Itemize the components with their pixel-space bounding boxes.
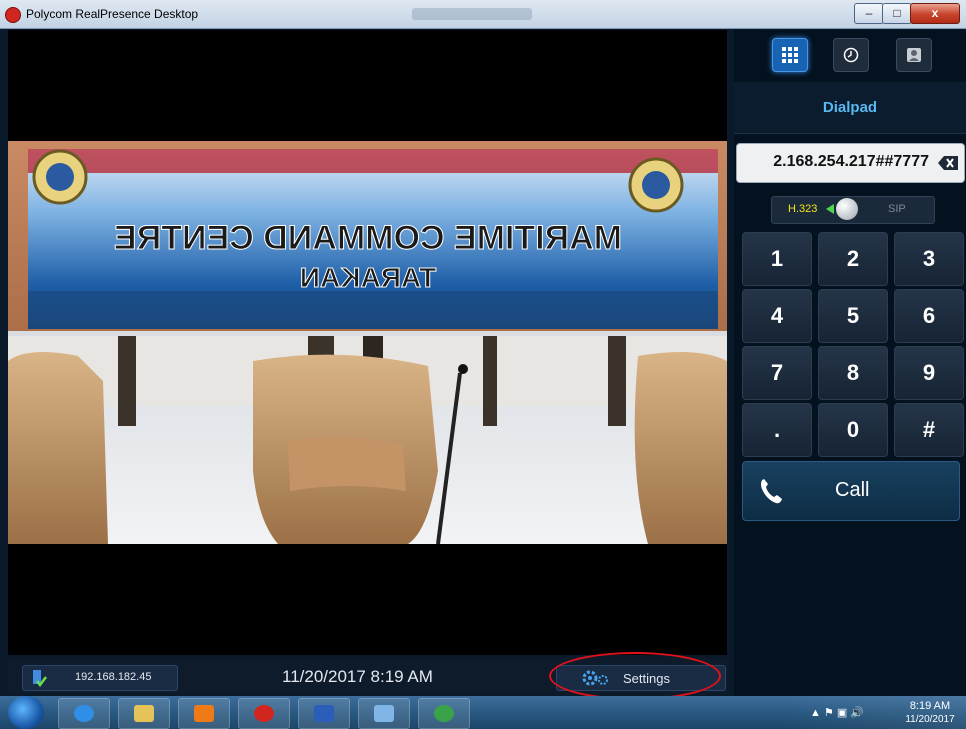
taskbar-polycom[interactable] bbox=[238, 698, 290, 729]
polycom-icon bbox=[254, 705, 274, 722]
key-0[interactable]: 0 bbox=[818, 403, 888, 457]
taskbar-outlook[interactable] bbox=[178, 698, 230, 729]
taskbar-ie[interactable] bbox=[58, 698, 110, 729]
control-panel-icon bbox=[374, 705, 394, 722]
tray-icons[interactable]: ▲ ⚑ ▣ 🔊 bbox=[810, 706, 864, 719]
dialpad-tab[interactable] bbox=[772, 38, 808, 72]
ip-address: 192.168.182.45 bbox=[75, 671, 152, 683]
network-icon bbox=[434, 705, 454, 722]
explorer-icon bbox=[134, 705, 154, 722]
tray-time[interactable]: 8:19 AM bbox=[900, 700, 960, 712]
dial-address-field[interactable]: 2.168.254.217##7777 bbox=[736, 143, 934, 183]
banner-line1: MARITIME COMMAND CENTRE bbox=[114, 219, 622, 257]
key-9[interactable]: 9 bbox=[894, 346, 964, 400]
key-2[interactable]: 2 bbox=[818, 232, 888, 286]
key-8[interactable]: 8 bbox=[818, 346, 888, 400]
panel-nav bbox=[734, 30, 966, 82]
title-bar: Polycom RealPresence Desktop – □ x bbox=[0, 0, 966, 29]
key-hash[interactable]: # bbox=[894, 403, 964, 457]
ip-address-chip: 192.168.182.45 bbox=[22, 665, 178, 691]
protocol-sip-label: SIP bbox=[888, 203, 906, 215]
key-dot[interactable]: . bbox=[742, 403, 812, 457]
dialpad-panel: Dialpad 2.168.254.217##7777 H.323 SIP 1 … bbox=[734, 30, 966, 696]
status-bar: 192.168.182.45 11/20/2017 8:19 AM Settin… bbox=[8, 658, 727, 694]
taskbar-control-panel[interactable] bbox=[358, 698, 410, 729]
protocol-toggle[interactable]: H.323 SIP bbox=[771, 196, 935, 224]
window-title: Polycom RealPresence Desktop bbox=[26, 7, 199, 21]
gear-icon bbox=[582, 670, 608, 686]
windows-taskbar: ▲ ⚑ ▣ 🔊 8:19 AM 11/20/2017 bbox=[0, 696, 966, 729]
banner-line2: TARAKAN bbox=[300, 262, 436, 293]
conference-room-video: MARITIME COMMAND CENTRE TARAKAN bbox=[8, 141, 727, 544]
dial-address-value: 2.168.254.217##7777 bbox=[773, 153, 929, 170]
recent-calls-tab[interactable] bbox=[833, 38, 869, 72]
settings-label: Settings bbox=[623, 671, 670, 686]
call-label: Call bbox=[835, 479, 870, 501]
system-tray: ▲ ⚑ ▣ 🔊 8:19 AM 11/20/2017 bbox=[780, 696, 966, 729]
key-4[interactable]: 4 bbox=[742, 289, 812, 343]
settings-button[interactable]: Settings bbox=[556, 665, 726, 691]
dialpad-icon bbox=[782, 47, 798, 63]
protocol-h323-label: H.323 bbox=[788, 203, 818, 215]
backspace-icon bbox=[938, 156, 958, 170]
word-icon bbox=[314, 705, 334, 722]
outlook-icon bbox=[194, 705, 214, 722]
key-1[interactable]: 1 bbox=[742, 232, 812, 286]
taskbar-explorer[interactable] bbox=[118, 698, 170, 729]
dialpad-title: Dialpad bbox=[822, 99, 878, 116]
video-feed: MARITIME COMMAND CENTRE TARAKAN bbox=[8, 30, 727, 655]
clock-icon bbox=[843, 47, 859, 63]
polycom-app-icon bbox=[5, 7, 21, 23]
ie-icon bbox=[74, 705, 94, 722]
start-button[interactable] bbox=[8, 696, 44, 729]
key-3[interactable]: 3 bbox=[894, 232, 964, 286]
taskbar-network[interactable] bbox=[418, 698, 470, 729]
protocol-toggle-knob[interactable] bbox=[836, 198, 858, 220]
call-datetime: 11/20/2017 8:19 AM bbox=[282, 667, 433, 686]
key-6[interactable]: 6 bbox=[894, 289, 964, 343]
close-button[interactable]: x bbox=[910, 3, 960, 24]
phone-icon bbox=[760, 479, 782, 504]
minimize-button[interactable]: – bbox=[854, 3, 884, 24]
protocol-arrow-icon bbox=[826, 204, 834, 214]
taskbar-word[interactable] bbox=[298, 698, 350, 729]
backspace-button[interactable] bbox=[932, 143, 965, 183]
title-blur bbox=[412, 8, 532, 20]
contacts-tab[interactable] bbox=[896, 38, 932, 72]
dialpad-header: Dialpad bbox=[734, 82, 966, 134]
network-status-icon bbox=[33, 670, 47, 687]
maximize-button[interactable]: □ bbox=[882, 3, 912, 24]
key-5[interactable]: 5 bbox=[818, 289, 888, 343]
tray-date[interactable]: 11/20/2017 bbox=[900, 714, 960, 725]
contacts-icon bbox=[907, 48, 921, 62]
call-button[interactable]: Call bbox=[742, 461, 960, 521]
key-7[interactable]: 7 bbox=[742, 346, 812, 400]
